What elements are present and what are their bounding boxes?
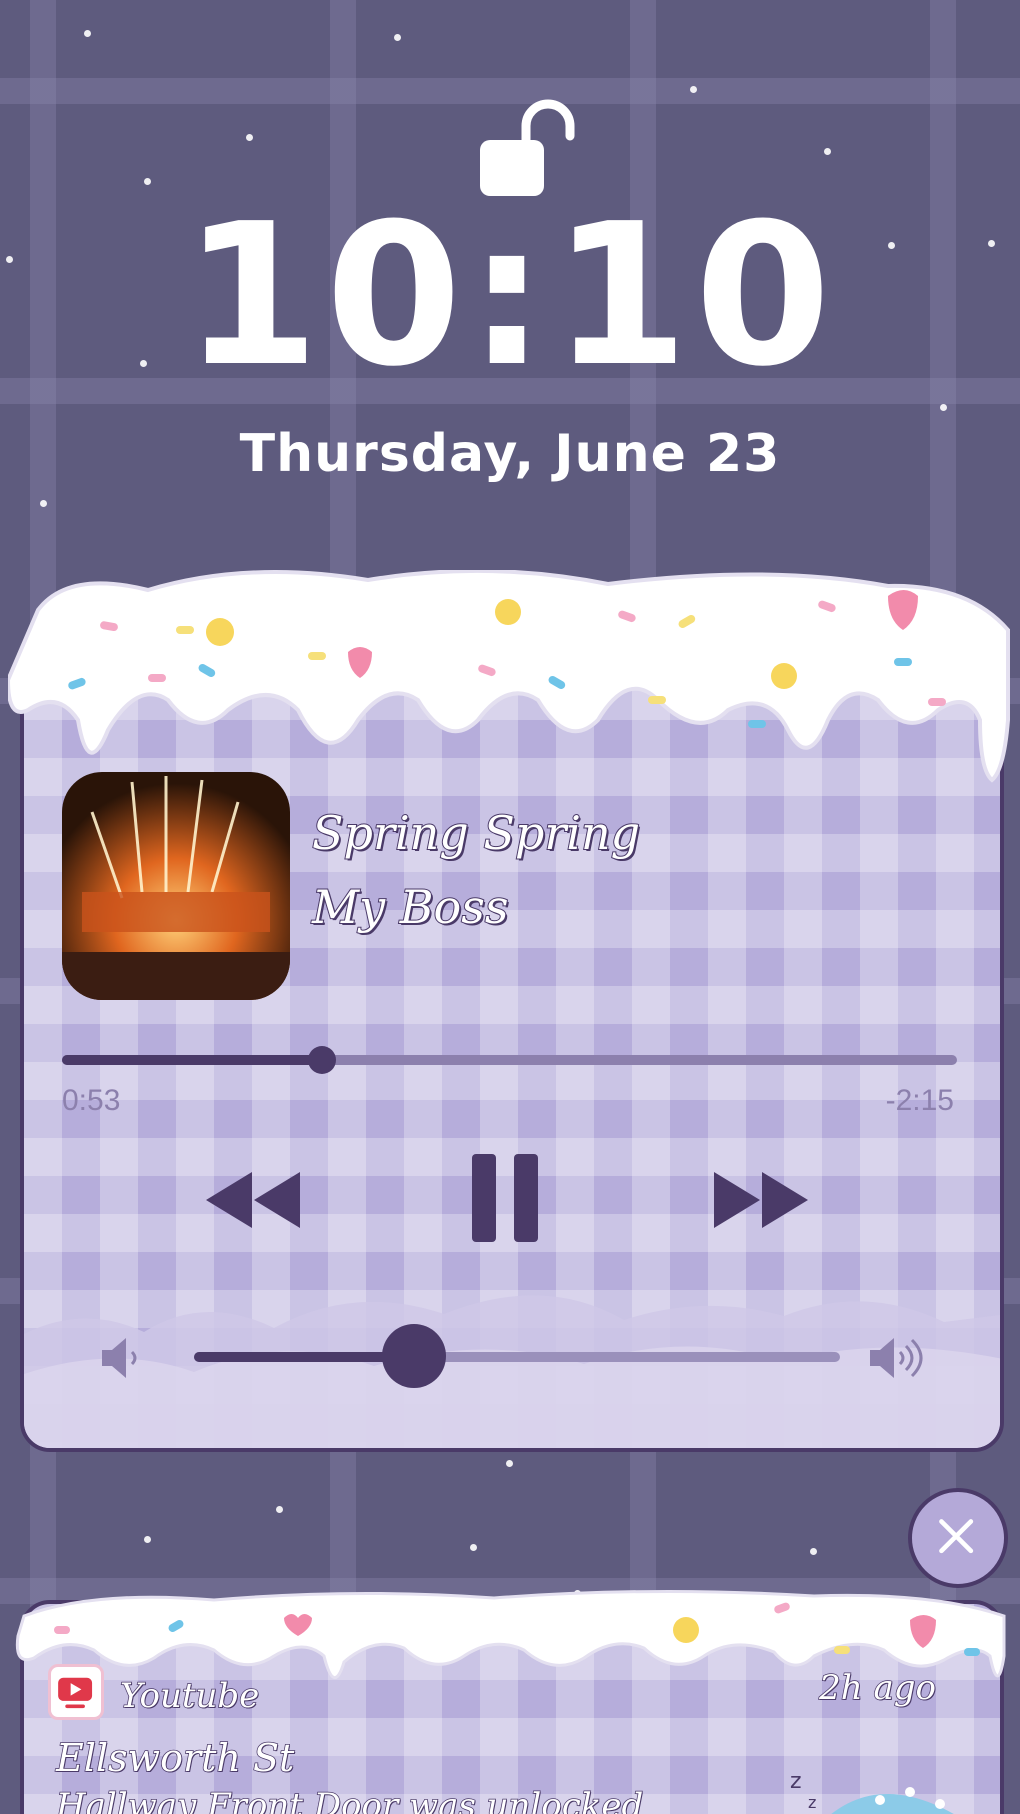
volume-fill xyxy=(194,1352,414,1362)
clock-time: 10:10 xyxy=(183,182,837,410)
song-title: Spring Spring xyxy=(311,805,641,861)
volume-knob[interactable] xyxy=(381,1324,446,1388)
notification-time: 2h ago xyxy=(818,1667,936,1709)
rewind-button[interactable] xyxy=(204,1170,304,1230)
youtube-icon xyxy=(48,1664,104,1720)
fast-forward-button[interactable] xyxy=(712,1170,812,1230)
svg-text:z: z xyxy=(790,1769,802,1794)
notification-body: Hallway Front Door was unlocked xyxy=(55,1785,644,1814)
time-remaining: -2:15 xyxy=(885,1084,954,1117)
notification-app-name: Youtube xyxy=(119,1675,260,1717)
close-button[interactable] xyxy=(908,1488,1008,1588)
pause-button[interactable] xyxy=(470,1152,540,1244)
sleeping-character-decoration: z z xyxy=(790,1769,954,1814)
volume-slider[interactable] xyxy=(194,1324,840,1388)
progress-track[interactable] xyxy=(62,1046,957,1074)
notification-title: Ellsworth St xyxy=(55,1735,295,1781)
artist-name: My Boss xyxy=(311,879,509,935)
volume-low-icon xyxy=(102,1338,137,1378)
close-icon xyxy=(939,1519,974,1554)
svg-text:z: z xyxy=(808,1793,816,1812)
progress-fill xyxy=(62,1055,322,1065)
volume-high-icon xyxy=(870,1338,923,1378)
time-elapsed: 0:53 xyxy=(62,1084,121,1117)
clock-date: Thursday, June 23 xyxy=(239,424,781,484)
album-art-image xyxy=(62,772,290,1000)
progress-scrubber[interactable] xyxy=(307,1046,336,1074)
